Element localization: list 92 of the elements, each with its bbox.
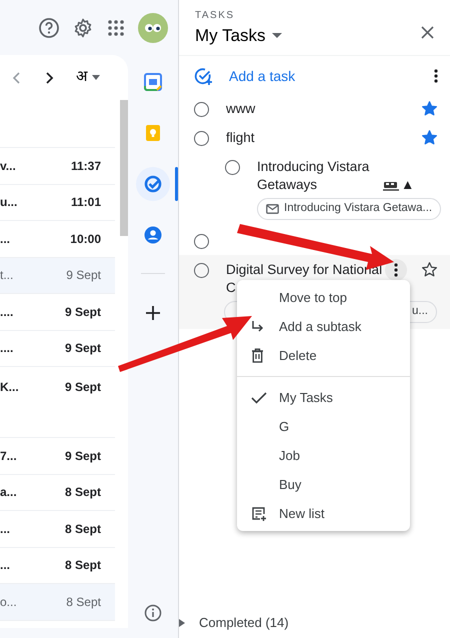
task-title: flight <box>226 130 255 145</box>
email-time: 8 Sept <box>66 594 101 611</box>
info-button[interactable] <box>144 604 162 622</box>
star-icon <box>421 129 438 146</box>
menu-item[interactable]: G <box>237 412 410 441</box>
email-time: 11:37 <box>70 158 101 175</box>
close-icon <box>421 26 434 39</box>
menu-item[interactable]: Buy <box>237 470 410 499</box>
new-list-icon <box>251 506 267 522</box>
email-row[interactable]: a... 8 Sept <box>0 474 115 511</box>
email-time: 9 Sept <box>66 267 101 284</box>
menu-item[interactable]: Move to top <box>237 283 410 312</box>
menu-item[interactable]: Delete <box>237 341 410 370</box>
chevron-left-icon[interactable] <box>12 70 22 84</box>
chevron-right-icon[interactable] <box>44 70 54 84</box>
star-icon <box>421 100 438 117</box>
email-snippet: ... <box>0 520 10 538</box>
caret-icon <box>272 33 282 38</box>
expand-arrow-icon <box>179 618 185 626</box>
task-title: www <box>226 101 256 116</box>
contacts-icon <box>143 225 163 245</box>
settings-icon[interactable] <box>72 16 94 38</box>
tasks-app-button[interactable] <box>136 167 170 201</box>
email-snippet: a... <box>0 484 17 502</box>
email-snippet: K... <box>0 379 19 396</box>
email-snippet: u... <box>0 194 18 212</box>
completed-toggle[interactable]: Completed (14) <box>179 607 450 638</box>
task-title: Introducing Vistara Getaways <box>257 158 370 194</box>
mail-icon <box>266 204 279 214</box>
task-checkbox[interactable] <box>194 234 209 249</box>
email-snippet: 7... <box>0 448 17 465</box>
subtask-arrow-icon <box>251 320 265 334</box>
email-link-chip[interactable]: Introducing Vistara Getawa... <box>257 198 442 220</box>
avatar[interactable] <box>138 12 168 42</box>
apps-icon[interactable] <box>106 18 126 38</box>
email-row[interactable]: 7... 9 Sept <box>0 438 115 474</box>
email-snippet: .... <box>0 304 14 321</box>
lightbulb-icon <box>143 123 163 143</box>
email-time: 9 Sept <box>64 304 101 321</box>
email-time: 9 Sept <box>64 379 101 396</box>
email-time: 11:01 <box>70 194 101 212</box>
task-checkbox[interactable] <box>225 160 240 175</box>
menu-item[interactable]: Add a subtask <box>237 312 410 341</box>
menu-item[interactable]: My Tasks <box>237 383 410 412</box>
email-snippet: t... <box>0 267 14 284</box>
email-row[interactable]: v... 11:37 <box>0 148 115 184</box>
task-checkbox[interactable] <box>194 102 209 117</box>
add-task-button[interactable]: Add a task <box>194 66 434 86</box>
email-row[interactable]: K... 9 Sept <box>0 367 115 438</box>
more-vert-icon <box>394 262 398 277</box>
task-emoji: ▲ <box>401 178 414 192</box>
email-time: 9 Sept <box>64 448 101 465</box>
task-checkbox[interactable] <box>194 262 209 278</box>
calendar-icon <box>143 72 163 92</box>
email-row[interactable]: .... 9 Sept <box>0 330 115 367</box>
menu-item[interactable]: New list <box>237 499 410 528</box>
more-vert-icon <box>434 69 438 83</box>
email-snippet: o... <box>0 594 17 611</box>
task-checkbox[interactable] <box>194 131 209 146</box>
menu-item[interactable]: Job <box>237 441 410 470</box>
list-switcher[interactable]: My Tasks <box>195 23 282 48</box>
help-icon[interactable] <box>38 16 60 38</box>
selected-indicator <box>175 167 178 201</box>
email-row[interactable]: t... 9 Sept <box>0 258 115 294</box>
email-time: 9 Sept <box>64 340 101 358</box>
tasks-icon <box>143 174 163 194</box>
email-row[interactable]: ... 8 Sept <box>0 511 115 548</box>
star-button[interactable] <box>421 260 438 278</box>
star-button[interactable] <box>421 129 438 146</box>
more-options-button[interactable] <box>385 258 407 281</box>
email-time: 8 Sept <box>64 484 101 502</box>
input-tools-button[interactable]: अ <box>76 66 100 89</box>
panel-label: TASKS <box>195 9 236 23</box>
email-row[interactable]: .... 9 Sept <box>0 294 115 330</box>
caret-icon <box>92 75 100 80</box>
email-snippet: ... <box>0 557 10 574</box>
star-button[interactable] <box>421 100 438 117</box>
add-task-icon <box>194 66 213 86</box>
info-icon <box>144 604 162 622</box>
email-row[interactable]: u... 11:01 <box>0 184 115 221</box>
email-snippet: ... <box>0 230 10 248</box>
more-options-button[interactable] <box>434 69 438 83</box>
email-time: 10:00 <box>70 230 101 248</box>
email-time: 8 Sept <box>64 520 101 538</box>
plus-icon <box>143 303 163 323</box>
email-snippet: v... <box>0 158 16 175</box>
star-outline-icon <box>421 260 438 278</box>
email-time: 8 Sept <box>64 557 101 574</box>
trash-icon <box>251 348 264 363</box>
email-row[interactable]: o... 8 Sept <box>0 584 115 620</box>
scrollbar[interactable] <box>120 100 128 236</box>
email-snippet: .... <box>0 340 14 358</box>
